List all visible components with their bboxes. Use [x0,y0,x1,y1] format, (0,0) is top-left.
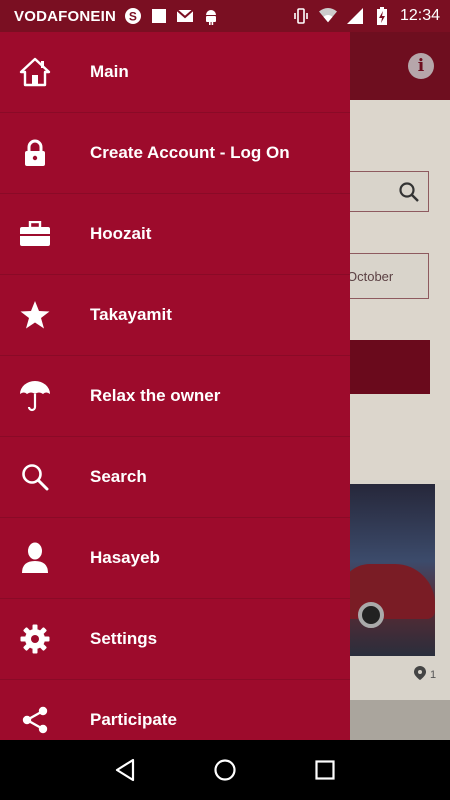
search-icon [18,460,52,494]
umbrella-icon [18,379,52,413]
drawer-item-hasayeb[interactable]: Hasayeb [0,518,350,599]
person-icon [18,541,52,575]
car-shape [340,564,435,619]
drawer-item-create-account[interactable]: Create Account - Log On [0,113,350,194]
drawer-item-search[interactable]: Search [0,437,350,518]
drawer-item-relax-the-owner[interactable]: Relax the owner [0,356,350,437]
drawer-item-label: Relax the owner [90,386,221,405]
drawer-item-label: Main [90,62,129,81]
square-notification-icon [150,7,168,25]
drawer-item-label: Takayamit [90,305,172,324]
home-icon [18,55,52,89]
location-pin-icon [414,666,426,683]
status-left: VODAFONEIN S [14,7,220,25]
drawer-item-label: Search [90,467,147,486]
clock: 12:34 [399,7,440,24]
svg-text:S: S [129,10,137,24]
navigation-drawer: Main Create Account - Log On Hoozait Tak… [0,32,350,740]
battery-charging-icon [373,7,391,25]
recents-button[interactable] [305,750,345,790]
drawer-item-main[interactable]: Main [0,32,350,113]
status-bar: VODAFONEIN S 12:34 [0,0,450,32]
drawer-item-settings[interactable]: Settings [0,599,350,680]
drawer-item-label: Hasayeb [90,548,160,567]
listing-meta: 1 [414,666,436,683]
search-icon [398,181,420,203]
gmail-icon [176,7,194,25]
lock-icon [18,136,52,170]
drawer-item-label: Create Account - Log On [90,143,290,162]
info-icon[interactable]: i [408,53,434,79]
drawer-item-participate[interactable]: Participate [0,680,350,740]
gear-icon [18,622,52,656]
home-circle-icon [214,759,236,781]
recents-square-icon [315,760,335,780]
back-triangle-icon [115,758,135,782]
android-icon [202,7,220,25]
drawer-item-hoozait[interactable]: Hoozait [0,194,350,275]
briefcase-icon [18,217,52,251]
home-button[interactable] [205,750,245,790]
car-wheel [358,602,384,628]
listing-meta-value: 1 [430,668,437,681]
vibrate-icon [292,7,310,25]
drawer-item-label: Settings [90,629,158,648]
system-nav-bar [0,740,450,800]
skype-icon: S [124,7,142,25]
date-field-text: October [347,268,394,284]
back-button[interactable] [105,750,145,790]
drawer-item-label: Participate [90,710,177,729]
drawer-item-label: Hoozait [90,224,152,243]
status-right: 12:34 [292,7,440,25]
share-icon [18,703,52,737]
star-icon [18,298,52,332]
drawer-item-takayamit[interactable]: Takayamit [0,275,350,356]
carrier-name: VODAFONEIN [14,7,117,25]
wifi-icon [318,7,337,25]
signal-icon [346,7,364,25]
